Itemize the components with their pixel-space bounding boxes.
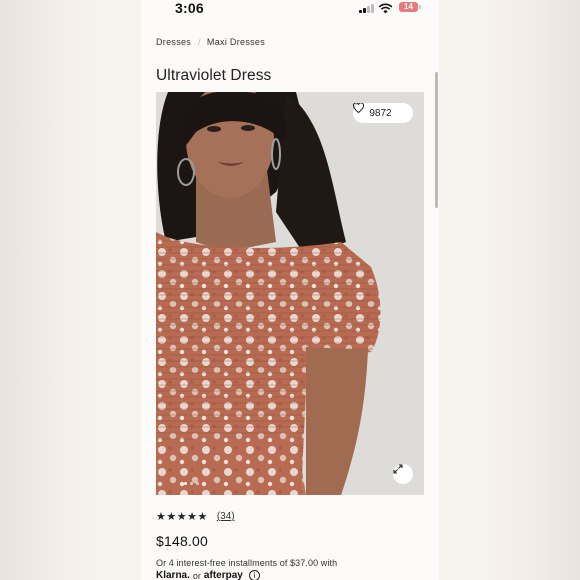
afterpay-logo[interactable]: afterpay (204, 570, 243, 580)
wishlist-button[interactable]: 9872 (353, 103, 413, 123)
status-time: 3:06 (175, 0, 204, 16)
product-photo (156, 92, 424, 495)
phone-screen: 3:06 14 Dresses / Maxi Dresses Ultraviolet… (141, 0, 439, 580)
cellular-signal-icon (359, 4, 374, 13)
reviews-link[interactable]: (34) (217, 511, 235, 522)
product-image[interactable]: 9872 (156, 92, 424, 495)
info-icon[interactable]: i (248, 570, 260, 580)
status-bar: 3:06 14 (141, 0, 439, 20)
product-title: Ultraviolet Dress (156, 67, 272, 84)
battery-nub (419, 5, 421, 9)
wishlist-count: 9872 (369, 107, 392, 119)
star-rating: ★★★★★ (156, 511, 208, 523)
breadcrumb-item-dresses[interactable]: Dresses (156, 37, 191, 47)
installments-text: Or 4 interest-free installments of $37.0… (156, 558, 338, 568)
carousel-dots (184, 482, 202, 485)
breadcrumb: Dresses / Maxi Dresses (156, 37, 265, 47)
expand-icon (393, 464, 403, 474)
wifi-icon (378, 3, 393, 14)
payment-options: Klarna. or afterpay i (156, 570, 260, 580)
carousel-dot[interactable] (196, 482, 199, 485)
expand-button[interactable] (393, 464, 413, 484)
breadcrumb-item-maxi-dresses[interactable]: Maxi Dresses (207, 37, 265, 47)
klarna-logo[interactable]: Klarna. (156, 570, 190, 580)
carousel-dot[interactable] (184, 482, 187, 485)
rating-row: ★★★★★ (34) (156, 510, 235, 523)
carousel-dot[interactable] (190, 482, 193, 485)
product-price: $148.00 (156, 533, 209, 549)
breadcrumb-separator: / (198, 37, 201, 47)
battery-indicator: 14 (399, 2, 418, 12)
or-text: or (192, 570, 201, 580)
scrollbar[interactable] (435, 72, 438, 208)
